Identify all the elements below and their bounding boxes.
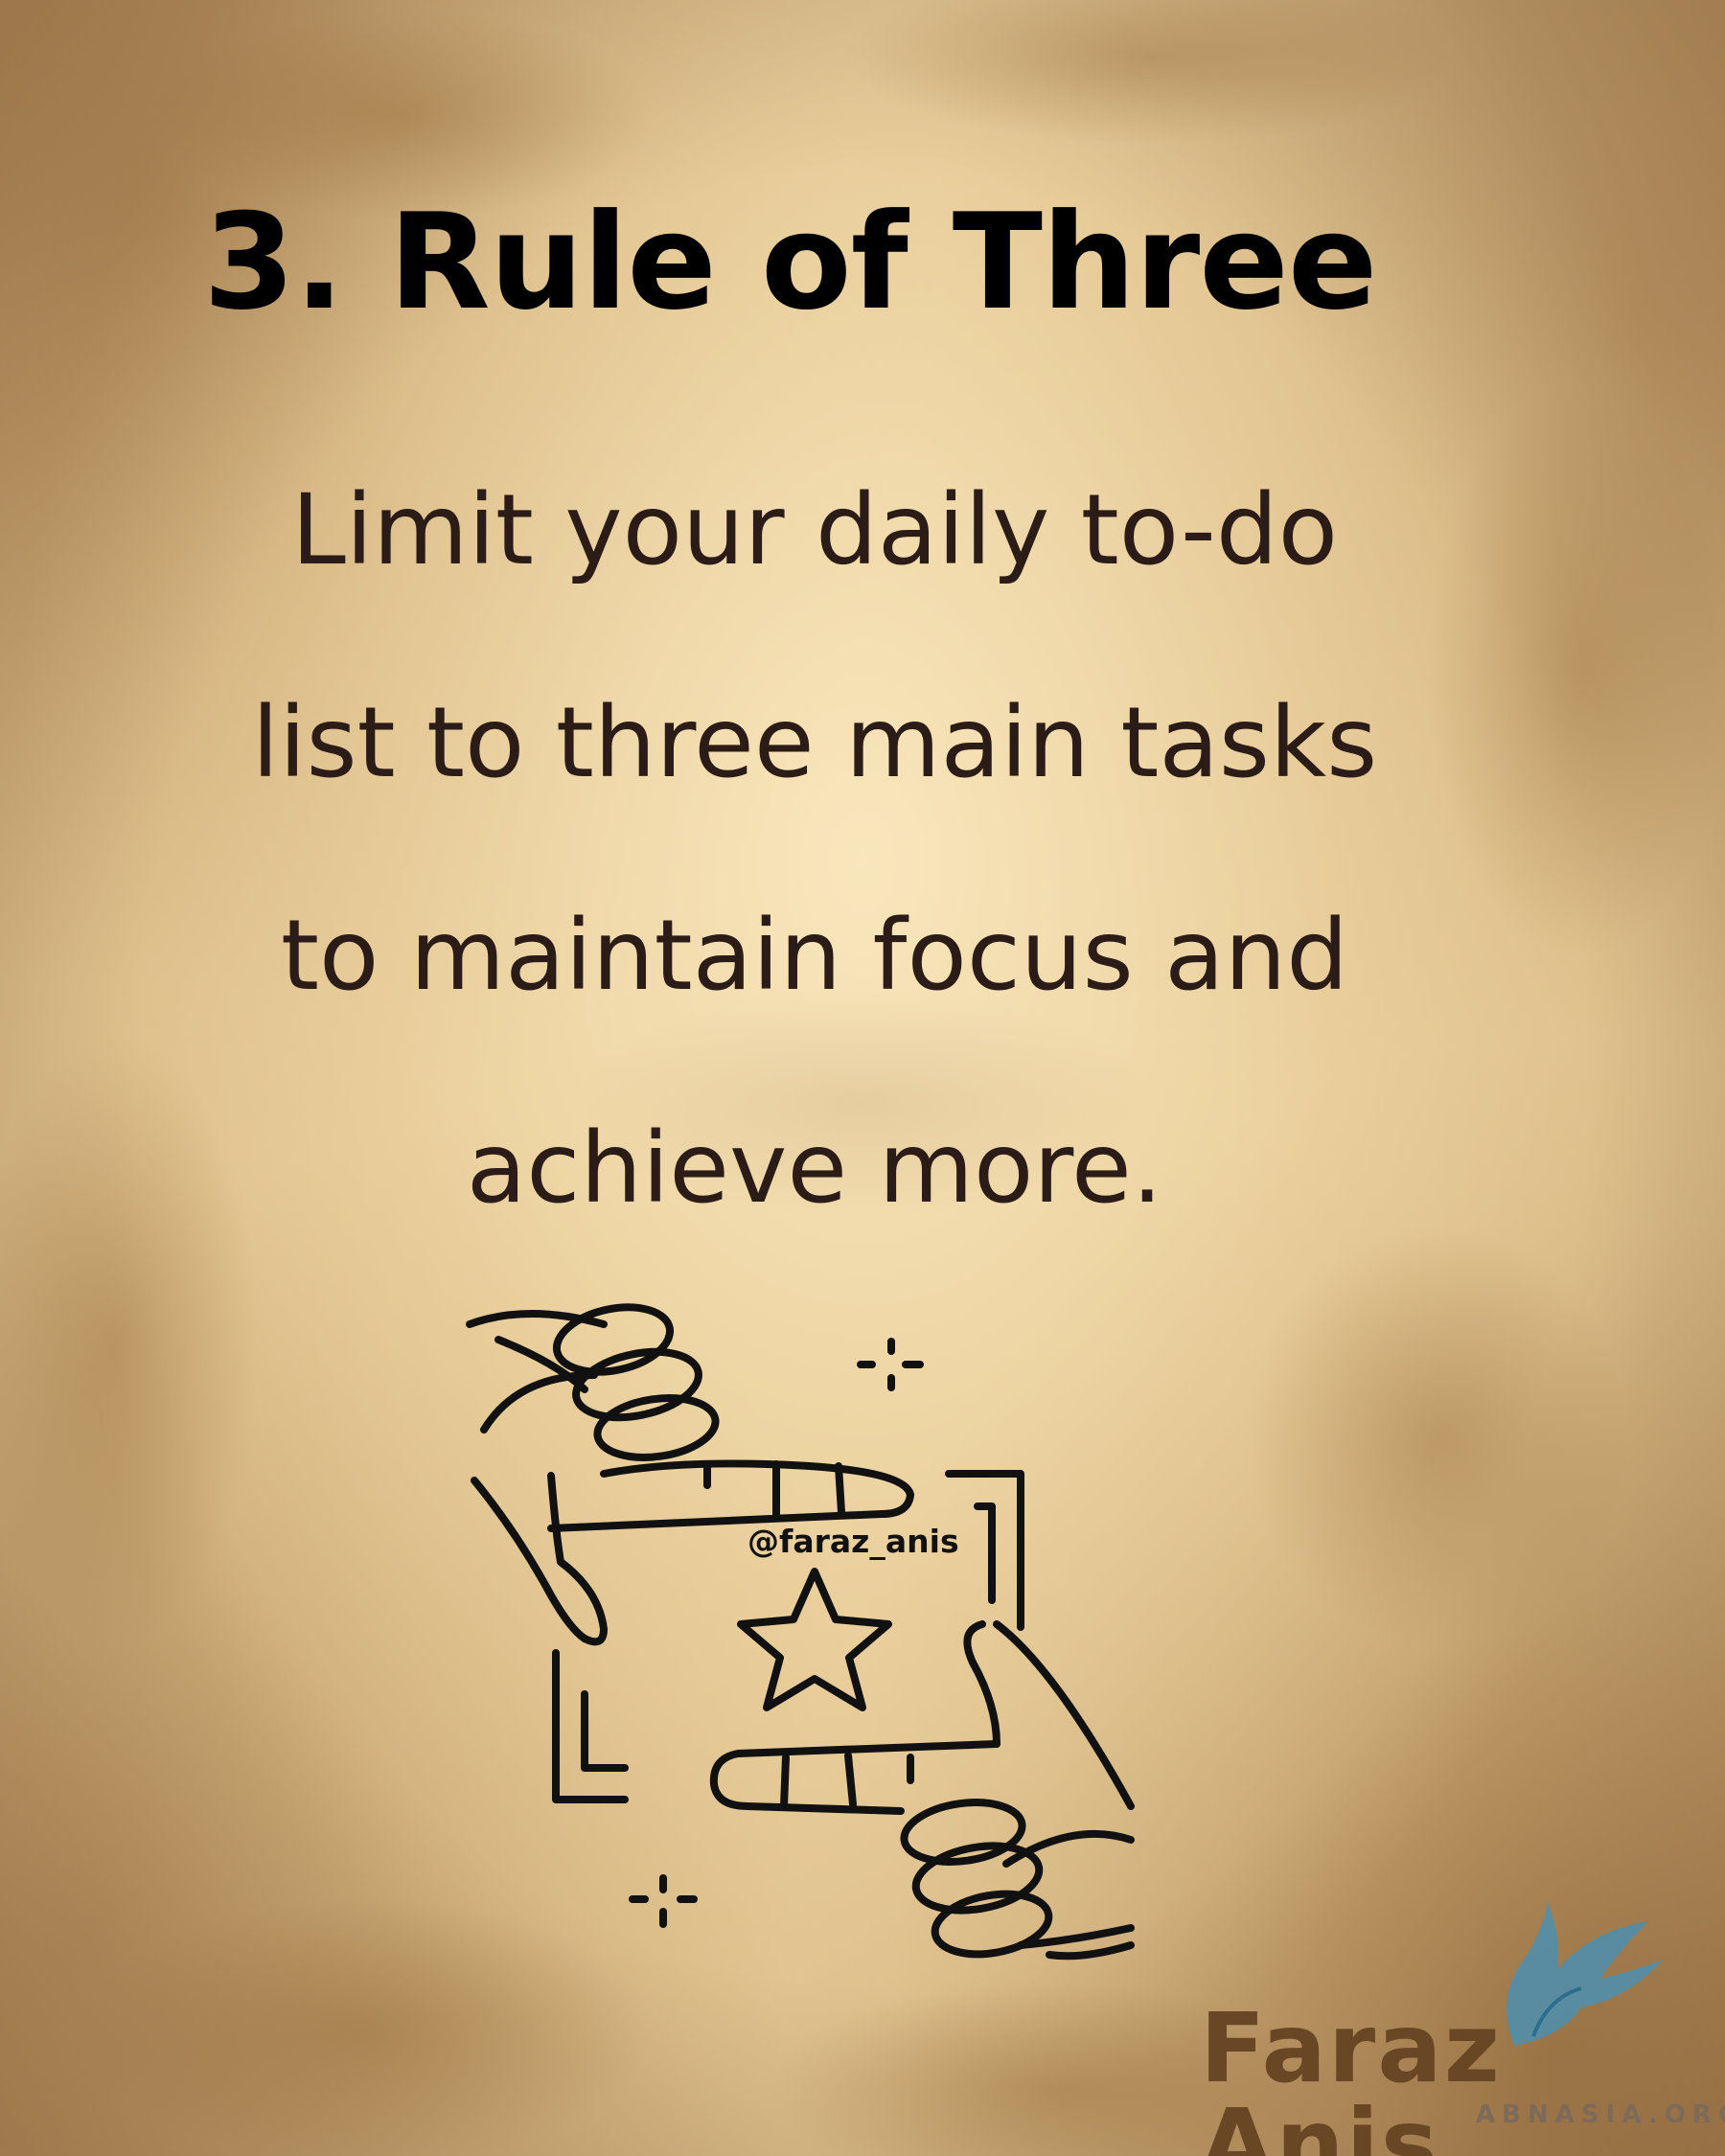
brand-logo: Faraz Anis bbox=[1200, 1992, 1502, 2156]
hands-frame-icon bbox=[466, 1303, 1135, 1961]
body-text: Limit your daily to-do list to three mai… bbox=[0, 470, 1629, 1320]
social-handle: @faraz_anis bbox=[748, 1523, 959, 1560]
page-title: 3. Rule of Three bbox=[203, 185, 1377, 339]
body-line-1: Limit your daily to-do bbox=[290, 473, 1339, 587]
brand-site: ABNASIA.ORG bbox=[1476, 2100, 1725, 2129]
sparkle-icon bbox=[629, 1874, 698, 1928]
body-line-2: list to three main tasks bbox=[251, 686, 1378, 800]
slide: 3. Rule of Three Limit your daily to-do … bbox=[0, 0, 1725, 2156]
body-line-3: to maintain focus and bbox=[280, 899, 1349, 1013]
sparkle-icon bbox=[857, 1338, 924, 1391]
